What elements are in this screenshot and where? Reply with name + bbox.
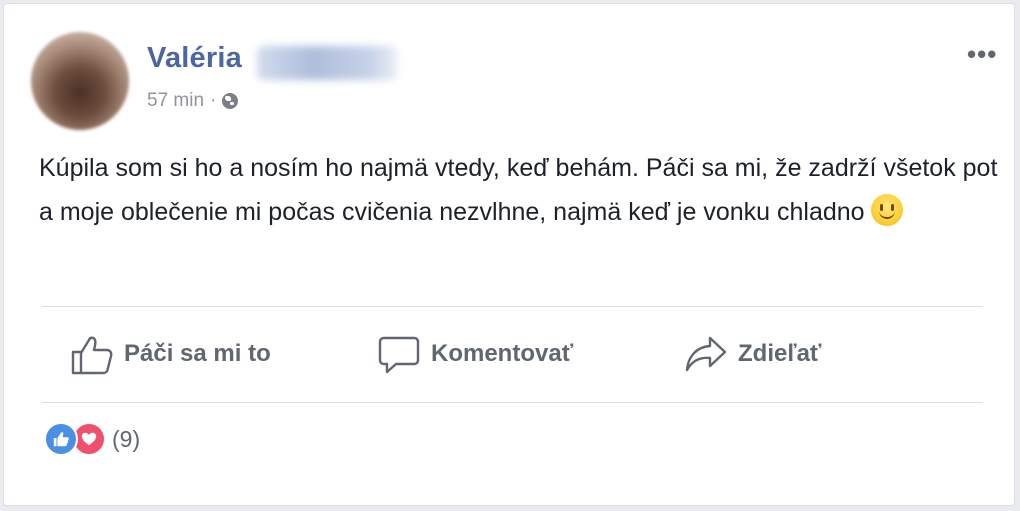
author-avatar[interactable]	[31, 32, 129, 130]
post-text: Kúpila som si ho a nosím ho najmä vtedy,…	[39, 154, 998, 226]
comment-button[interactable]: Komentovať	[377, 332, 573, 376]
author-surname-redacted	[257, 46, 397, 80]
divider-bottom	[42, 402, 983, 403]
share-arrow-icon	[685, 336, 727, 372]
post-card: Valéria 57 min · ••• Kúpila som si ho a …	[3, 3, 1015, 506]
meta-separator: ·	[210, 90, 217, 111]
reaction-count[interactable]: (9)	[112, 426, 140, 453]
divider-top	[42, 306, 983, 307]
post-body: Kúpila som si ho a nosím ho najmä vtedy,…	[39, 146, 999, 234]
like-label: Páči sa mi to	[124, 340, 271, 367]
thumbs-up-icon	[71, 336, 113, 375]
comment-bubble-icon	[378, 336, 420, 374]
reactions-summary[interactable]: (9)	[44, 422, 140, 456]
post-meta: 57 min ·	[147, 90, 239, 112]
more-options-button[interactable]: •••	[967, 41, 997, 67]
author-name[interactable]: Valéria	[147, 42, 242, 75]
like-reaction-icon	[44, 422, 78, 456]
comment-label: Komentovať	[431, 340, 574, 367]
globe-icon[interactable]	[222, 93, 239, 109]
like-button[interactable]: Páči sa mi to	[70, 332, 271, 376]
share-label: Zdieľať	[738, 340, 822, 367]
share-button[interactable]: Zdieľať	[684, 332, 821, 376]
post-timestamp[interactable]: 57 min	[147, 90, 204, 112]
smile-emoji-icon	[870, 194, 903, 226]
